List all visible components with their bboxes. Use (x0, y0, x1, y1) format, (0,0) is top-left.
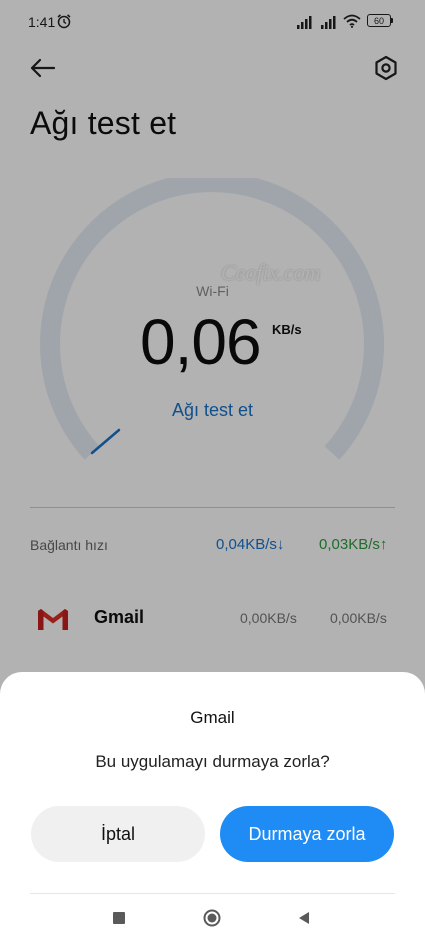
home-button[interactable] (203, 909, 221, 927)
recent-apps-button[interactable] (113, 912, 125, 924)
network-test-screen: 1:41 60 Ağı test et GFX Ceofix.com Wi-Fi… (0, 0, 425, 944)
force-stop-dialog: Gmail Bu uygulamayı durmaya zorla? İptal… (0, 672, 425, 944)
cancel-button[interactable]: İptal (31, 806, 205, 862)
dialog-message: Bu uygulamayı durmaya zorla? (95, 752, 330, 771)
dialog-title: Gmail (190, 708, 235, 727)
divider (30, 893, 395, 894)
nav-back-button[interactable] (297, 911, 311, 925)
force-stop-button[interactable]: Durmaya zorla (220, 806, 394, 862)
